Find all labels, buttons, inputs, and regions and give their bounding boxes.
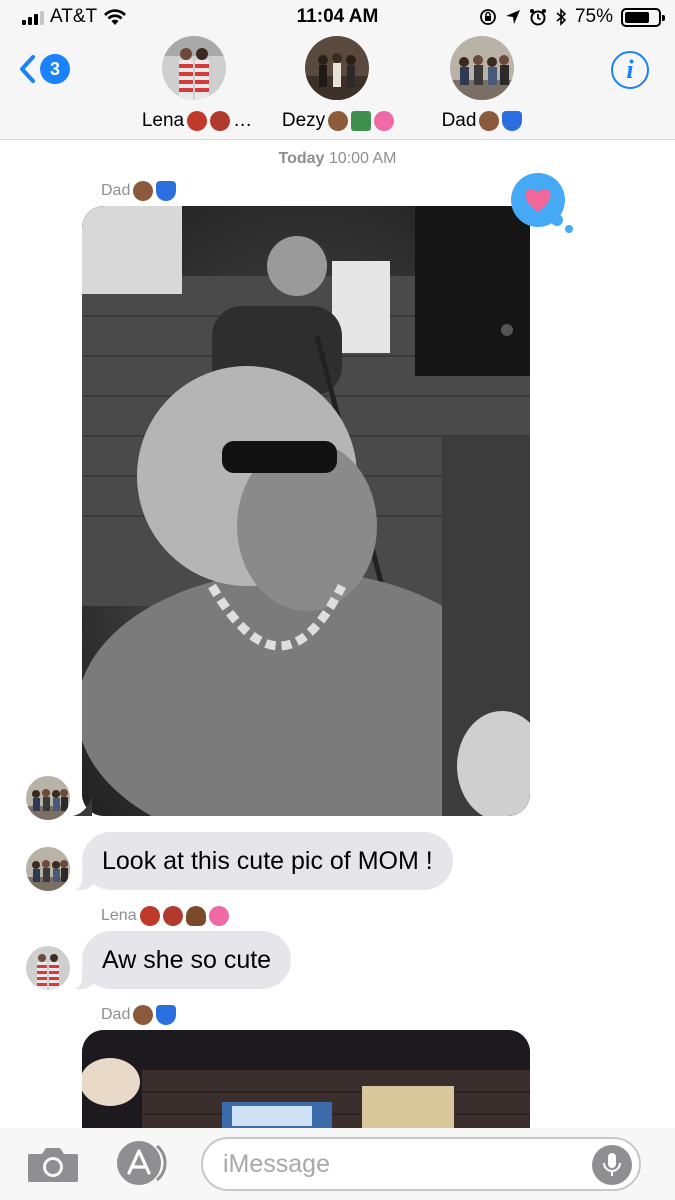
conversation-header: 3 Lena … Dezy Dad i — [0, 36, 675, 140]
message-text: Look at this cute pic of MOM ! — [102, 846, 433, 875]
participant-dad[interactable] — [449, 36, 515, 100]
bride-emoji-icon — [328, 111, 349, 131]
avatar[interactable] — [26, 946, 70, 990]
sender-name-text: Lena — [101, 907, 137, 924]
man-emoji-icon — [133, 1005, 154, 1025]
participant-dad-label[interactable]: Dad — [420, 104, 544, 132]
participant-name: Dad — [420, 110, 544, 132]
message-timestamp: Today 10:00 AM — [0, 150, 675, 168]
two-hearts-emoji-icon — [208, 906, 229, 926]
poop-emoji-icon — [185, 906, 206, 926]
ladybug-emoji-icon — [139, 906, 160, 926]
man-emoji-icon — [479, 111, 500, 131]
participant-lena[interactable] — [156, 36, 232, 100]
camera-icon — [28, 1148, 78, 1182]
participant-name: Dezy — [266, 110, 410, 132]
dictation-button[interactable] — [592, 1145, 632, 1185]
participant-name-text: Lena — [141, 110, 185, 131]
unread-count-badge: 3 — [40, 54, 70, 84]
participant-name-text: Dezy — [281, 110, 326, 131]
status-right: 75% — [479, 6, 665, 28]
two-hearts-emoji-icon — [374, 111, 395, 131]
message-bubble[interactable]: Look at this cute pic of MOM ! — [72, 832, 453, 890]
books-emoji-icon — [351, 111, 372, 131]
participant-lena-label[interactable]: Lena … — [132, 104, 262, 132]
avatar — [162, 36, 226, 100]
chevron-left-icon — [20, 55, 35, 83]
photo-message[interactable] — [82, 206, 530, 816]
location-icon — [505, 10, 520, 24]
info-button[interactable]: i — [611, 51, 649, 89]
avatar — [305, 36, 369, 100]
sender-name-text: Dad — [101, 182, 131, 199]
sender-name: Lena — [101, 906, 229, 926]
message-text: Aw she so cute — [102, 945, 272, 974]
sender-name: Dad — [101, 181, 177, 201]
info-icon: i — [626, 55, 634, 84]
app-store-icon — [117, 1141, 167, 1185]
battery-fill — [625, 11, 649, 23]
ogre-emoji-icon — [210, 111, 231, 131]
timestamp-day: Today — [278, 150, 325, 167]
status-bar: AT&T 11:04 AM 75% — [0, 0, 675, 36]
blue-heart-emoji-icon — [502, 111, 523, 131]
microphone-icon — [603, 1153, 621, 1176]
bluetooth-icon — [556, 8, 567, 26]
tapback-tail-dot — [565, 225, 573, 233]
compose-bar — [0, 1128, 675, 1200]
ladybug-emoji-icon — [187, 111, 208, 131]
blue-heart-emoji-icon — [156, 181, 177, 201]
app-store-button[interactable] — [114, 1140, 172, 1186]
rotation-lock-icon — [480, 9, 496, 25]
photo-image — [82, 206, 530, 816]
message-bubble[interactable]: Aw she so cute — [71, 931, 292, 989]
participant-name: Lena … — [132, 110, 262, 132]
bubble-tail — [72, 796, 92, 816]
tapback-tail-dot — [551, 214, 563, 226]
participant-name-text: Dad — [441, 110, 477, 131]
battery-percent: 75% — [574, 6, 613, 27]
truncation-ellipsis: … — [233, 110, 253, 131]
blue-heart-emoji-icon — [156, 1005, 177, 1025]
ogre-emoji-icon — [162, 906, 183, 926]
avatar — [450, 36, 514, 100]
sender-name: Dad — [101, 1005, 177, 1025]
participant-dezy[interactable] — [304, 36, 370, 100]
back-button[interactable]: 3 — [18, 54, 70, 84]
avatar[interactable] — [26, 776, 70, 820]
battery-icon — [621, 7, 665, 27]
alarm-icon — [529, 9, 546, 26]
sender-name-text: Dad — [101, 1006, 131, 1023]
timestamp-time: 10:00 AM — [328, 150, 397, 167]
heart-icon — [525, 188, 551, 212]
message-input[interactable] — [201, 1137, 641, 1191]
participant-dezy-label[interactable]: Dezy — [266, 104, 410, 132]
avatar[interactable] — [26, 847, 70, 891]
man-emoji-icon — [133, 181, 154, 201]
camera-button[interactable] — [26, 1144, 80, 1184]
